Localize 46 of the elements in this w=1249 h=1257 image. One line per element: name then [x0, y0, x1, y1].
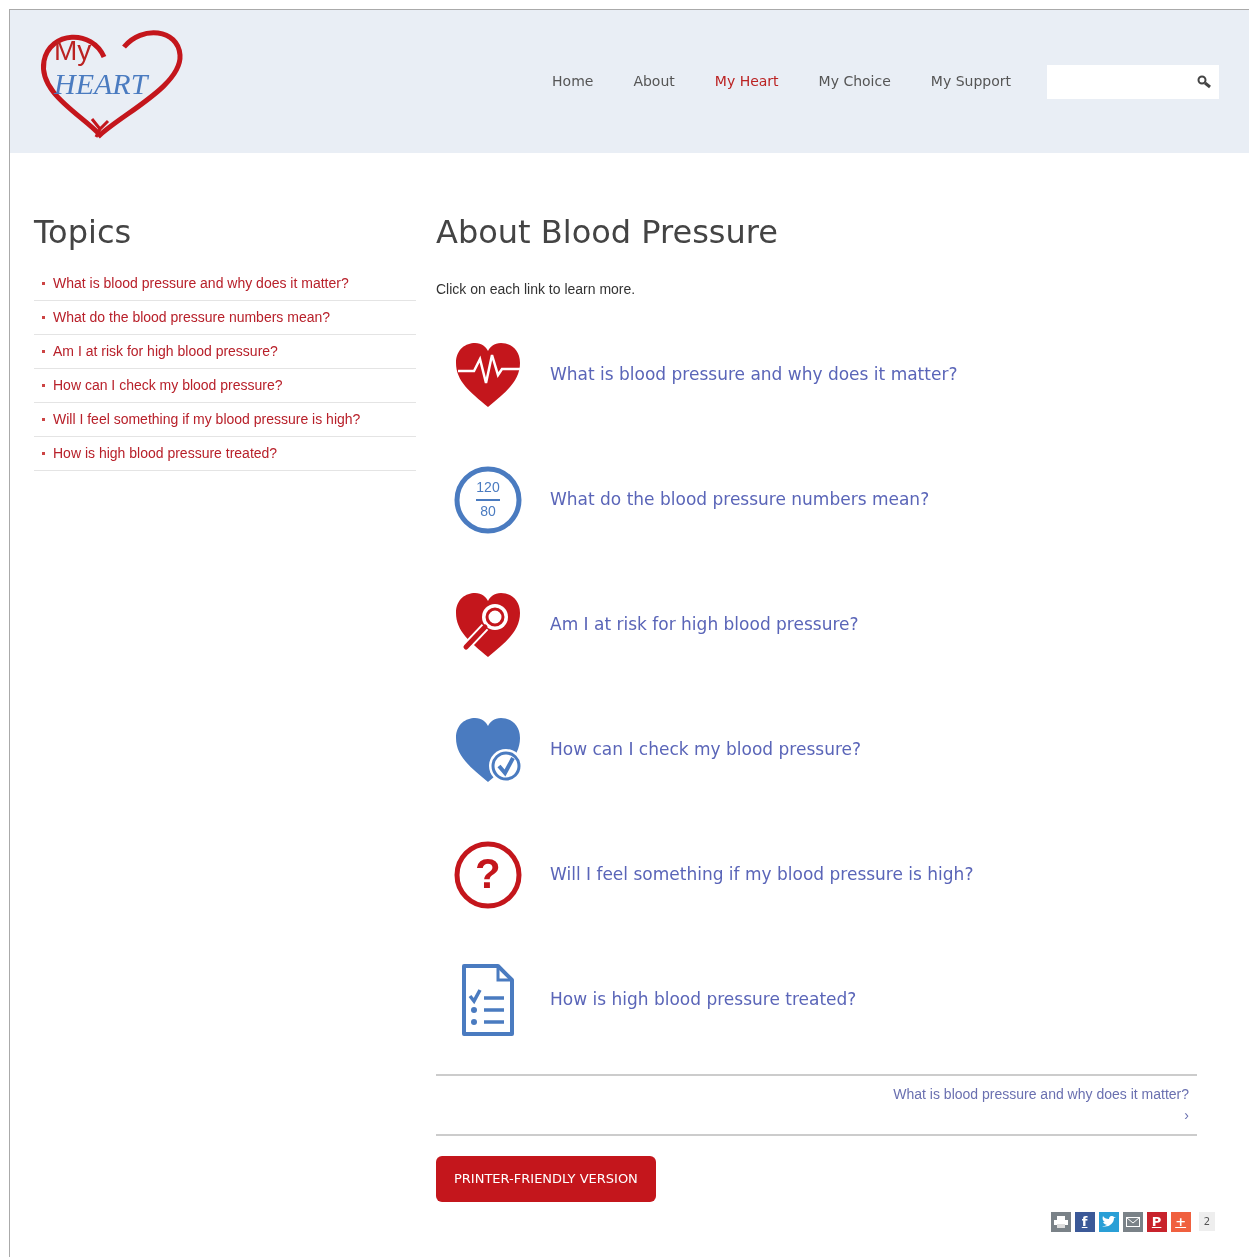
bullet-icon — [42, 282, 45, 286]
logo-text: HEART — [54, 68, 148, 99]
bullet-icon — [42, 418, 45, 422]
share-count: 2 — [1198, 1212, 1215, 1232]
bullet-icon — [42, 384, 45, 388]
question-mark: ? — [475, 852, 501, 895]
nav-link[interactable]: About — [613, 71, 695, 92]
topic-link[interactable]: How can I check my blood pressure? — [53, 375, 283, 397]
bullet-icon — [42, 316, 45, 320]
bullet-icon — [42, 350, 45, 354]
more-share-button[interactable]: + — [1170, 1211, 1191, 1232]
topic-link[interactable]: Will I feel something if my blood pressure is high? — [550, 862, 974, 888]
bullet-icon — [42, 452, 45, 456]
sidebar-title: Topics — [34, 213, 133, 252]
topic-link[interactable]: Will I feel something if my blood pressure is high? — [53, 409, 361, 431]
share-button[interactable] — [1098, 1211, 1119, 1232]
topic-link[interactable]: What is blood pressure and why does it matter? — [53, 273, 349, 295]
gauge-number: 120 — [475, 479, 501, 494]
logo-text: My — [54, 36, 92, 65]
intro-text: Click on each link to learn more. — [436, 280, 637, 300]
search-field[interactable] — [1047, 64, 1219, 99]
nav-link[interactable]: My Support — [910, 71, 1031, 92]
facebook-button[interactable]: f — [1074, 1211, 1095, 1232]
nav-link[interactable]: My Heart — [694, 71, 799, 92]
share-button[interactable] — [1122, 1211, 1143, 1232]
gauge-number: 80 — [479, 503, 497, 518]
printer-icon — [1053, 1215, 1068, 1228]
topic-link[interactable]: How can I check my blood pressure? — [550, 737, 861, 763]
topic-link[interactable]: Am I at risk for high blood pressure? — [550, 612, 859, 638]
share-button[interactable] — [1050, 1211, 1071, 1232]
next-link[interactable]: What is blood pressure and why does it matter? › — [889, 1084, 1189, 1127]
topic-link[interactable]: What is blood pressure and why does it matter? — [550, 362, 958, 388]
pinterest-button[interactable]: P — [1146, 1211, 1167, 1232]
mail-icon — [1125, 1216, 1140, 1227]
logo[interactable]: My HEART — [32, 22, 184, 141]
page-title: About Blood Pressure — [436, 213, 779, 252]
topic-link[interactable]: What do the blood pressure numbers mean? — [53, 307, 331, 329]
printer-friendly-button[interactable]: PRINTER-FRIENDLY VERSION — [436, 1156, 656, 1202]
topic-link[interactable]: What do the blood pressure numbers mean? — [550, 487, 930, 513]
topic-link[interactable]: Am I at risk for high blood pressure? — [53, 341, 278, 363]
nav-link[interactable]: My Choice — [798, 71, 911, 92]
nav-link[interactable]: Home — [532, 71, 614, 92]
topic-link[interactable]: How is high blood pressure treated? — [53, 443, 278, 465]
topic-link[interactable]: How is high blood pressure treated? — [550, 987, 857, 1013]
bird-icon — [1101, 1215, 1116, 1228]
search-icon — [1197, 74, 1211, 89]
